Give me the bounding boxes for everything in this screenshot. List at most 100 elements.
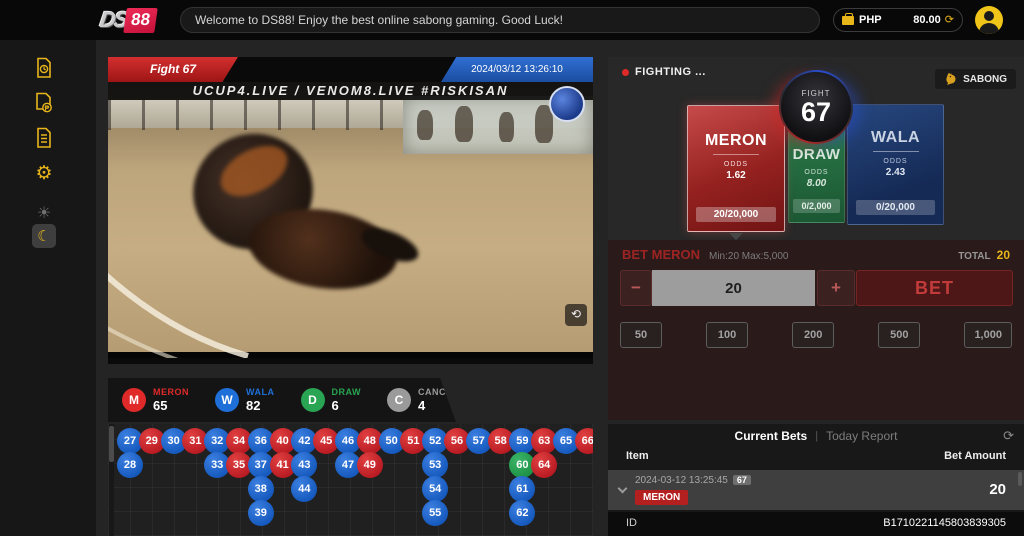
summary-meron: M MERON 65 [122, 387, 189, 413]
bet-row[interactable]: 2024-03-12 13:25:4567 MERON 20 [608, 470, 1024, 510]
bet-button[interactable]: BET [856, 270, 1013, 306]
theme-dark-button[interactable]: ☾ [32, 224, 56, 248]
quick-bet-100[interactable]: 100 [706, 322, 748, 348]
bets-scrollbar-thumb[interactable] [1018, 472, 1022, 486]
theme-light-button[interactable]: ☀ [32, 202, 56, 226]
tab-divider: | [815, 430, 818, 442]
avatar-head-icon [984, 11, 994, 21]
bet-id-row: ID B1710221145803839305 [608, 512, 1024, 536]
meron-count-icon: M [122, 388, 146, 412]
fight-status-text: FIGHTING ... [635, 66, 706, 78]
tab-today-report[interactable]: Today Report [826, 429, 897, 443]
results-grid-cells: 2728293031323334353637383940414243444546… [117, 424, 593, 536]
logo-88-text: 88 [123, 8, 157, 33]
grid-scrollbar-thumb[interactable] [109, 426, 114, 462]
stake-input[interactable] [652, 270, 815, 306]
ds88-logo[interactable]: DS 88 [100, 5, 155, 35]
stake-increase-button[interactable]: + [817, 270, 855, 306]
sidebar-item-settings[interactable]: ⚙ [32, 161, 56, 185]
stream-logo-icon [549, 86, 585, 122]
result-cell-53: 53 [422, 452, 448, 478]
quick-bet-chips: 50 100 200 500 1,000 [620, 322, 1012, 348]
cancel-label: CANCEL [418, 387, 459, 397]
fight-number-badge: Fight 67 [108, 57, 238, 82]
bet-amount-value: 20 [989, 481, 1006, 498]
result-cell-43: 43 [291, 452, 317, 478]
wala-bet-amount: 0/20,000 [856, 200, 936, 215]
result-cell-28: 28 [117, 452, 143, 478]
quick-bet-50[interactable]: 50 [620, 322, 662, 348]
bet-target-label: BET MERON [622, 247, 700, 262]
wallet-icon [842, 16, 854, 25]
arena-fence [108, 100, 399, 130]
current-bets-panel: Current Bets | Today Report ⟳ Item Bet A… [608, 424, 1024, 536]
result-cell-44: 44 [291, 476, 317, 502]
sidebar-item-game-history[interactable] [32, 56, 56, 80]
stream-watermark: UCUP4.LIVE / VENOM8.LIVE #RISKISAN [108, 82, 593, 100]
results-history-grid[interactable]: 2728293031323334353637383940414243444546… [108, 424, 593, 536]
provider-label: SABONG [963, 74, 1007, 85]
bets-refresh-icon[interactable]: ⟳ [1003, 428, 1014, 444]
wala-label: WALA [246, 387, 275, 397]
avatar-body-icon [979, 23, 999, 34]
quick-bet-500[interactable]: 500 [878, 322, 920, 348]
bet-entry-section: BET MERON Min:20 Max:5,000 TOTAL 20 − + … [608, 240, 1024, 420]
left-sidebar: ₱ ⚙ ☀ ☾ [0, 40, 96, 536]
summary-wala: W WALA 82 [215, 387, 275, 413]
draw-card-title: DRAW [793, 146, 841, 163]
meron-odds-value: 1.62 [726, 170, 745, 181]
fight-status: FIGHTING ... [622, 66, 706, 78]
history-doc-icon [34, 57, 54, 79]
bet-id-value: B1710221145803839305 [883, 517, 1006, 529]
wallet-balance[interactable]: PHP 80.00 ⟳ [833, 8, 963, 32]
total-value: 20 [997, 248, 1010, 262]
wala-count-icon: W [215, 388, 239, 412]
cancel-count: 4 [418, 398, 459, 413]
column-item: Item [626, 450, 649, 462]
stake-decrease-button[interactable]: − [620, 270, 652, 306]
quick-bet-200[interactable]: 200 [792, 322, 834, 348]
results-panel: M MERON 65 W WALA 82 D DRAW 6 [108, 378, 593, 536]
result-cell-38: 38 [248, 476, 274, 502]
chevron-down-icon[interactable] [618, 484, 628, 494]
result-cell-64: 64 [531, 452, 557, 478]
bet-time: 2024-03-12 13:25:4567 [635, 475, 751, 486]
video-player: UCUP4.LIVE / VENOM8.LIVE #RISKISAN ⟲ [108, 82, 593, 358]
summary-cancel: C CANCEL 4 [387, 387, 459, 413]
user-avatar[interactable] [975, 6, 1003, 34]
bet-records-icon: ₱ [34, 92, 54, 114]
draw-odds-value: 8.00 [807, 178, 826, 189]
cancel-count-icon: C [387, 388, 411, 412]
balance-refresh-icon[interactable]: ⟳ [945, 15, 954, 26]
sun-icon: ☀ [37, 206, 51, 222]
quick-bet-1000[interactable]: 1,000 [964, 322, 1012, 348]
moon-icon: ☾ [37, 229, 50, 244]
wala-odds-value: 2.43 [886, 167, 905, 178]
draw-label: DRAW [332, 387, 362, 397]
draw-odds-label: ODDS [804, 169, 828, 176]
bets-tabs: Current Bets | Today Report [608, 424, 1024, 448]
top-bar: DS 88 Welcome to DS88! Enjoy the best on… [0, 0, 1024, 40]
summary-draw: D DRAW 6 [301, 387, 362, 413]
bet-side-badge: MERON [635, 490, 688, 505]
meron-card-divider [713, 154, 759, 155]
wallet-amount: 80.00 [913, 14, 941, 26]
meron-bet-card[interactable]: MERON ODDS 1.62 20/20,000 [687, 105, 785, 232]
rooster-icon [944, 72, 958, 86]
tab-current-bets[interactable]: Current Bets [735, 429, 808, 443]
result-cell-66: 66 [575, 428, 593, 454]
result-cell-49: 49 [357, 452, 383, 478]
wala-bet-card[interactable]: WALA ODDS 2.43 0/20,000 [847, 104, 944, 225]
selected-card-arrow-icon [729, 233, 743, 240]
column-bet-amount: Bet Amount [944, 450, 1006, 462]
sidebar-item-reports[interactable] [32, 126, 56, 150]
draw-bet-amount: 0/2,000 [793, 199, 839, 213]
betting-panel: FIGHTING ... SABONG FIGHT 67 MERON ODDS … [608, 57, 1024, 420]
camera-switch-button[interactable]: ⟲ [565, 304, 587, 326]
grid-scrollbar[interactable] [109, 424, 114, 536]
result-cell-62: 62 [509, 500, 535, 526]
meron-card-title: MERON [705, 132, 767, 150]
bet-fight-number-badge: 67 [733, 475, 751, 485]
welcome-marquee: Welcome to DS88! Enjoy the best online s… [180, 7, 820, 33]
sidebar-item-bet-records[interactable]: ₱ [32, 91, 56, 115]
